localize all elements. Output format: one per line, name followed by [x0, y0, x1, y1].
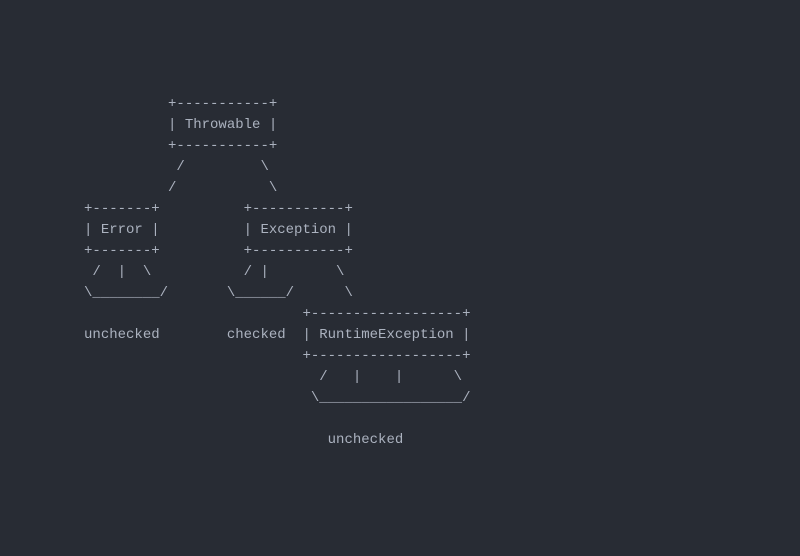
exception-hierarchy-diagram: +-----------+ | Throwable | +-----------…	[0, 84, 800, 451]
